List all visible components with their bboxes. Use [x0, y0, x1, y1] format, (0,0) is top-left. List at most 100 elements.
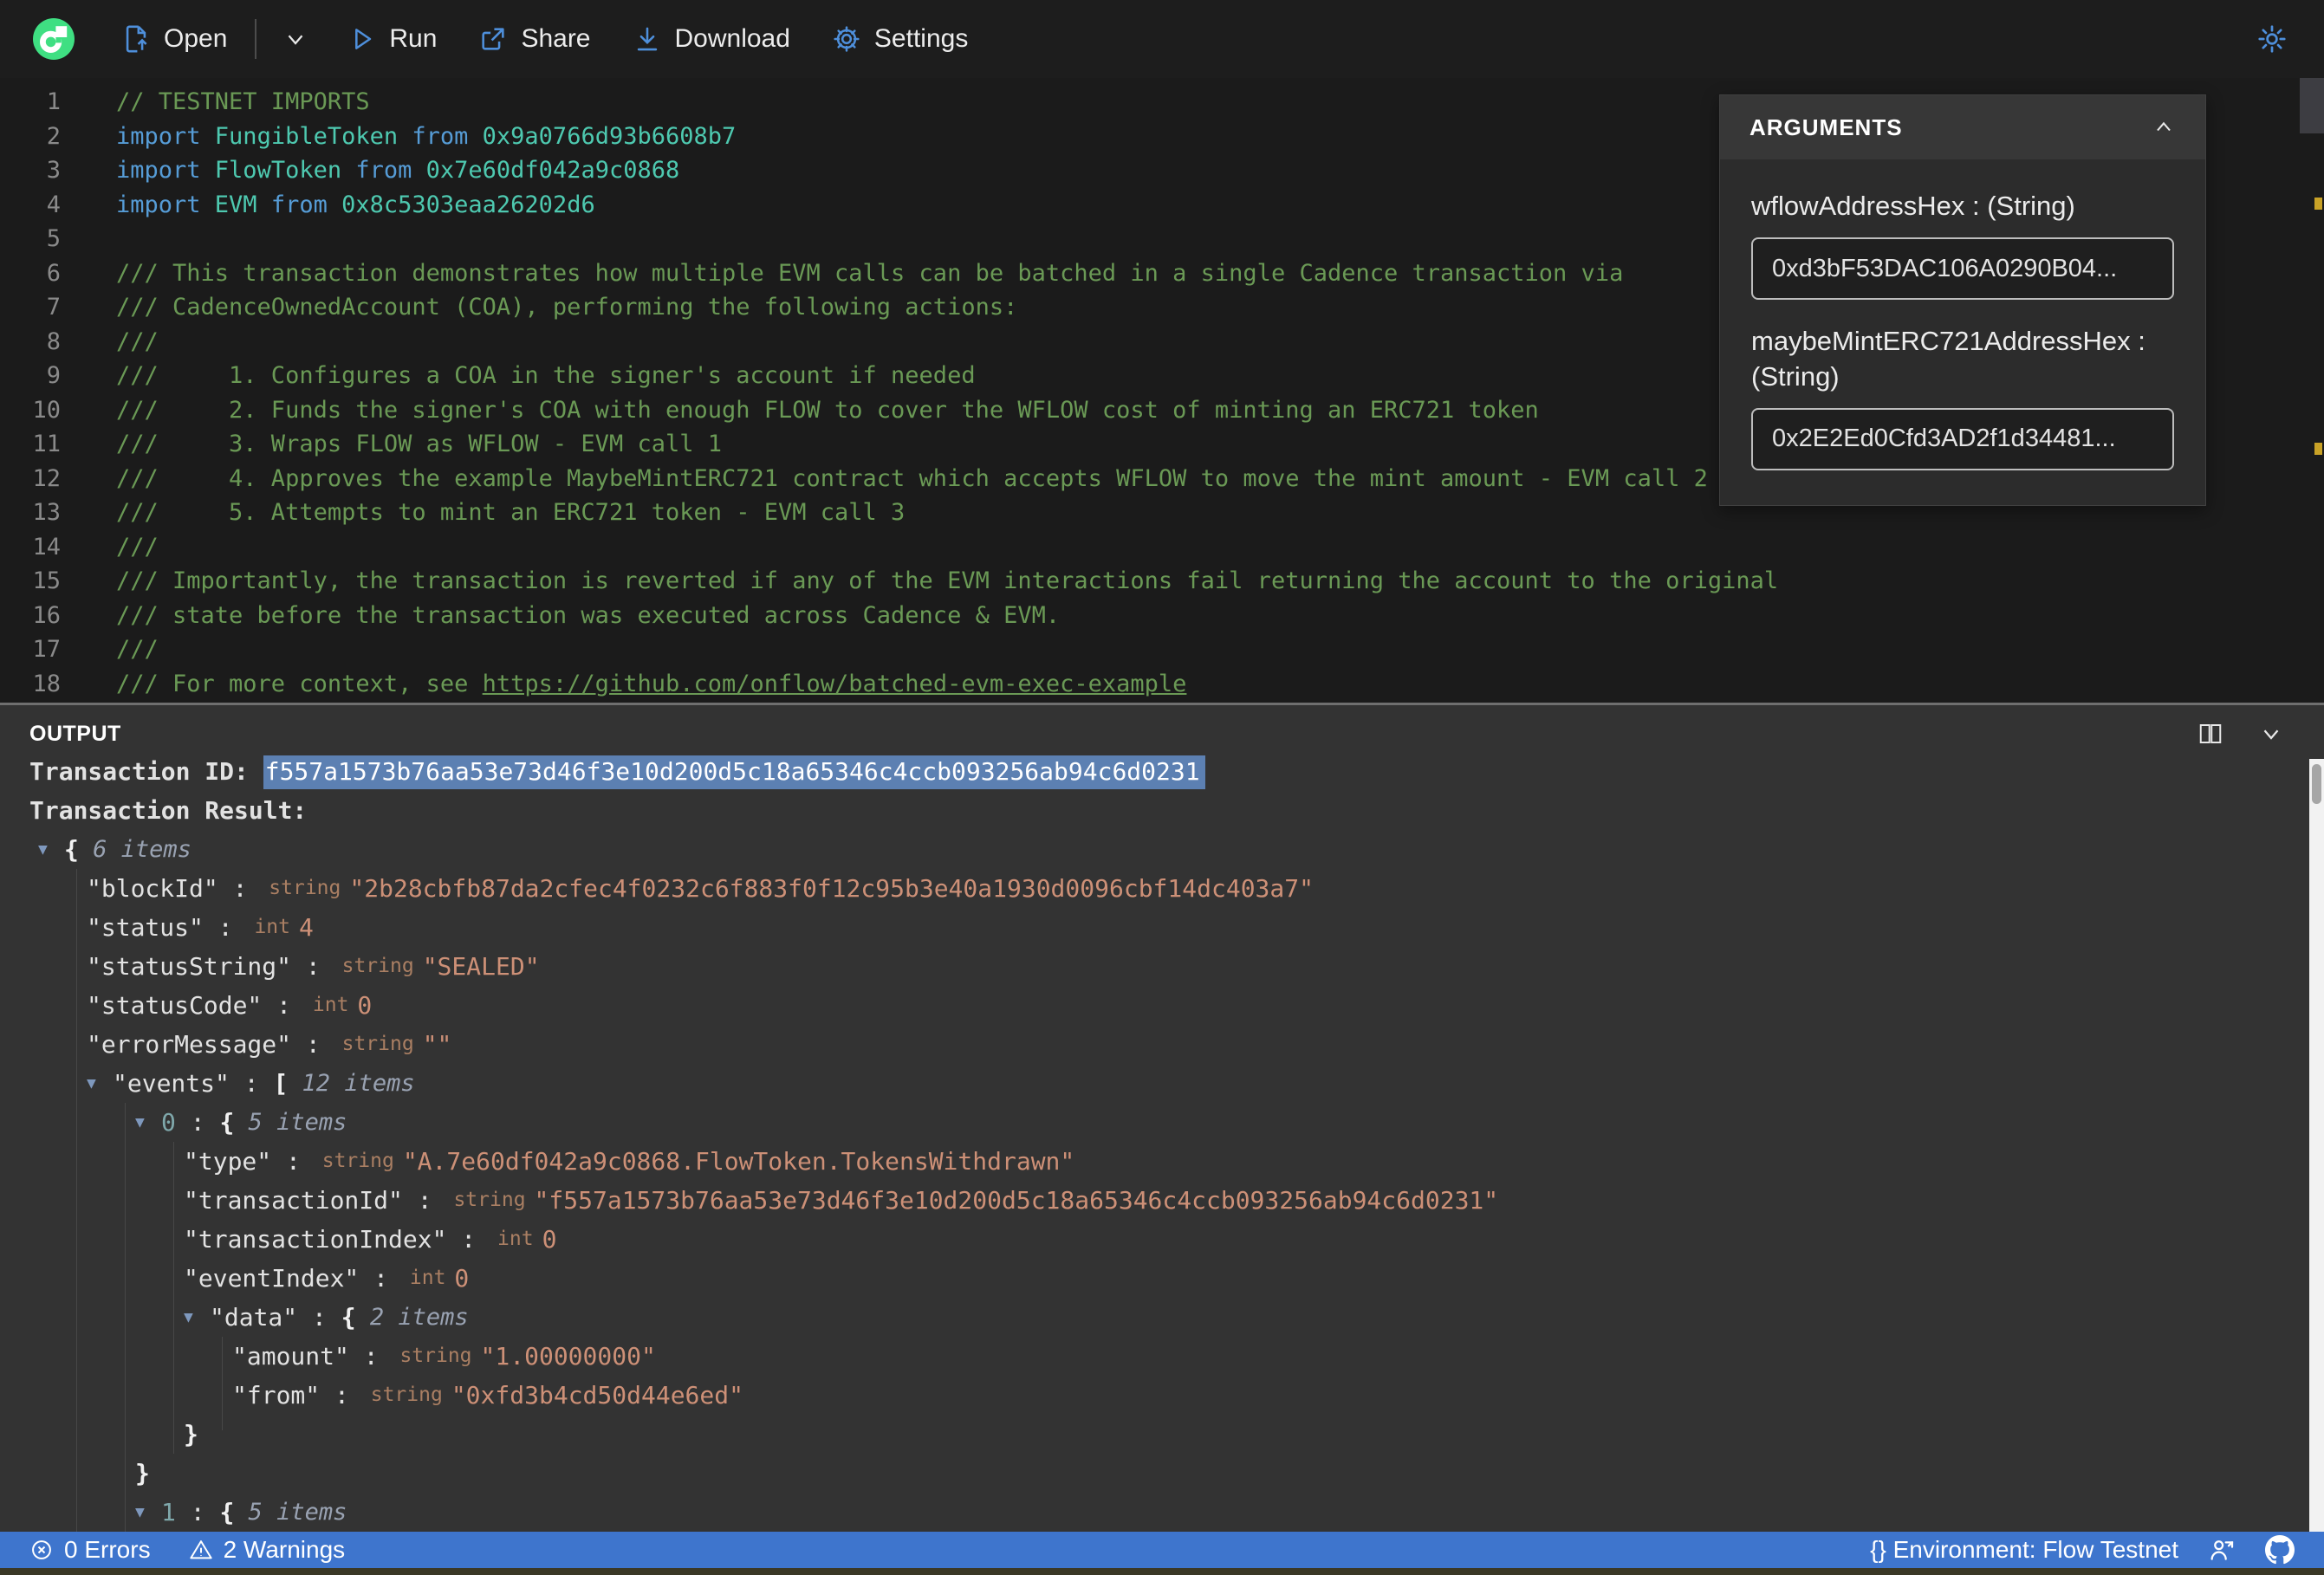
json-value: "f557a1573b76aa53e73d46f3e10d200d5c18a65… [534, 1186, 1499, 1215]
code-text: /// Importantly, the transaction is reve… [116, 564, 1778, 599]
tree-row-close: } [0, 1415, 2324, 1454]
settings-button-label: Settings [873, 24, 969, 53]
tree-row-errorMessage: "errorMessage" : string "" [0, 1025, 2324, 1064]
editor-scrollbar-thumb[interactable] [2300, 78, 2324, 133]
tree-row-item-0: ▼ 0 : { 5 items [0, 1103, 2324, 1142]
transaction-id-line: Transaction ID: f557a1573b76aa53e73d46f3… [0, 752, 2324, 791]
json-key: "transactionId" [184, 1186, 403, 1215]
code-line: 16 /// state before the transaction was e… [0, 599, 2324, 633]
flow-glyph-icon [40, 26, 68, 54]
output-content: Transaction ID: f557a1573b76aa53e73d46f3… [0, 747, 2324, 1532]
editor-scrollbar[interactable] [2300, 78, 2324, 703]
json-item-count: 6 items [78, 836, 192, 863]
feedback-icon[interactable] [2208, 1536, 2236, 1564]
arguments-panel: ARGUMENTS wflowAddressHex : (String) mayb… [1719, 94, 2206, 506]
tree-row-transactionId: "transactionId" : string "f557a1573b76aa5… [0, 1181, 2324, 1220]
code-token: /// 1. Configures a COA in the signer's … [116, 362, 976, 389]
json-item-count: 5 items [234, 1109, 347, 1136]
json-type-label: string [269, 877, 341, 899]
open-dropdown-button[interactable] [282, 26, 308, 52]
code-line: 18 /// For more context, see https://gith… [0, 667, 2324, 702]
output-scrollbar[interactable] [2309, 759, 2324, 1532]
chevron-up-icon[interactable] [2152, 115, 2176, 139]
tree-row-eventIndex: "eventIndex" : int 0 [0, 1259, 2324, 1298]
line-number: 6 [46, 259, 61, 287]
arguments-panel-header[interactable]: ARGUMENTS [1720, 95, 2205, 159]
argument-label: maybeMintERC721AddressHex : (String) [1751, 326, 2145, 392]
theme-toggle-button[interactable] [2256, 23, 2288, 55]
code-line: 14 /// [0, 530, 2324, 565]
settings-button[interactable]: Settings [832, 24, 968, 54]
json-key: "errorMessage" [87, 1030, 292, 1059]
argument-input-0[interactable] [1751, 237, 2174, 301]
error-icon [32, 1540, 51, 1559]
tree-row-type: "type" : string "A.7e60df042a9c0868.FlowT… [0, 1142, 2324, 1181]
tree-row-statusString: "statusString" : string "SEALED" [0, 947, 2324, 986]
share-button[interactable]: Share [478, 24, 591, 54]
json-open-brace: [ [273, 1069, 289, 1098]
tree-toggle-icon[interactable]: ▼ [135, 1103, 161, 1142]
flow-logo-icon[interactable] [33, 18, 75, 60]
json-value: "0xfd3b4cd50d44e6ed" [451, 1381, 743, 1410]
line-number: 9 [46, 362, 61, 389]
download-button[interactable]: Download [633, 24, 790, 54]
run-button[interactable]: Run [347, 24, 437, 54]
code-token: /// CadenceOwnedAccount (COA), performin… [116, 294, 1018, 321]
split-panel-icon[interactable] [2197, 721, 2223, 747]
tree-row-from: "from" : string "0xfd3b4cd50d44e6ed" [0, 1376, 2324, 1415]
code-line: 17 /// [0, 632, 2324, 667]
code-link[interactable]: https://github.com/onflow/batched-evm-ex… [483, 671, 1187, 697]
json-close-brace: } [184, 1420, 198, 1449]
code-text: /// This transaction demonstrates how mu… [116, 256, 1623, 291]
json-key: "type" [184, 1147, 272, 1176]
tree-toggle-icon[interactable]: ▼ [135, 1493, 161, 1532]
code-token: 0x9a0766d93b6608b7 [482, 122, 737, 150]
toolbar: Open Run Share Download Settings [0, 0, 2324, 78]
argument-input-1[interactable] [1751, 407, 2174, 470]
json-value: 4 [298, 913, 314, 942]
tree-toggle-icon[interactable]: ▼ [184, 1298, 210, 1337]
github-icon[interactable] [2265, 1535, 2295, 1565]
line-number: 7 [46, 294, 61, 321]
environment-status[interactable]: {} Environment: Flow Testnet [1870, 1536, 2178, 1564]
output-scrollbar-thumb[interactable] [2312, 764, 2321, 804]
code-text: /// [116, 325, 159, 360]
arguments-fields: wflowAddressHex : (String) maybeMintERC72… [1720, 159, 2205, 505]
tree-indent-guide [76, 869, 77, 1532]
code-text: /// 1. Configures a COA in the signer's … [116, 359, 976, 393]
collapse-output-icon[interactable] [2258, 721, 2284, 747]
json-colon: : [175, 1498, 220, 1526]
line-number: 13 [32, 499, 61, 526]
json-colon: : [217, 874, 263, 903]
code-token: from [355, 157, 426, 184]
code-token: /// 4. Approves the example MaybeMintERC… [116, 464, 1708, 492]
transaction-result-label: Transaction Result: [29, 796, 308, 825]
transaction-id-label: Transaction ID: [29, 757, 263, 786]
open-button[interactable]: Open [121, 24, 227, 54]
output-panel: OUTPUT Transaction ID: f557a1573b76aa53e… [0, 705, 2324, 1532]
open-file-icon [126, 25, 147, 53]
json-key: "eventIndex" [184, 1264, 360, 1293]
line-number: 17 [32, 636, 61, 663]
errors-status[interactable]: 0 Errors [29, 1536, 151, 1564]
json-item-count: 5 items [234, 1499, 347, 1526]
line-number: 18 [32, 670, 61, 697]
json-type-label: int [312, 994, 349, 1016]
share-button-label: Share [521, 24, 591, 53]
tree-row-transactionIndex: "transactionIndex" : int 0 [0, 1220, 2324, 1259]
tree-toggle-icon[interactable]: ▼ [38, 830, 64, 869]
run-button-label: Run [389, 24, 438, 53]
output-header: OUTPUT [0, 705, 2324, 747]
code-token: FlowToken [214, 157, 356, 184]
errors-label: 0 Errors [64, 1536, 151, 1563]
warnings-status[interactable]: 2 Warnings [189, 1536, 345, 1564]
json-type-label: string [370, 1384, 443, 1406]
code-text: /// CadenceOwnedAccount (COA), performin… [116, 290, 1017, 325]
code-token: /// 5. Attempts to mint an ERC721 token … [116, 499, 906, 526]
tree-toggle-icon[interactable]: ▼ [87, 1064, 113, 1103]
code-token: /// [116, 327, 159, 355]
json-key: "events" [113, 1069, 230, 1098]
tree-row-status: "status" : int 4 [0, 908, 2324, 947]
tree-row-amount: "amount" : string "1.00000000" [0, 1337, 2324, 1376]
code-token: /// state before the transaction was exe… [116, 601, 1061, 629]
